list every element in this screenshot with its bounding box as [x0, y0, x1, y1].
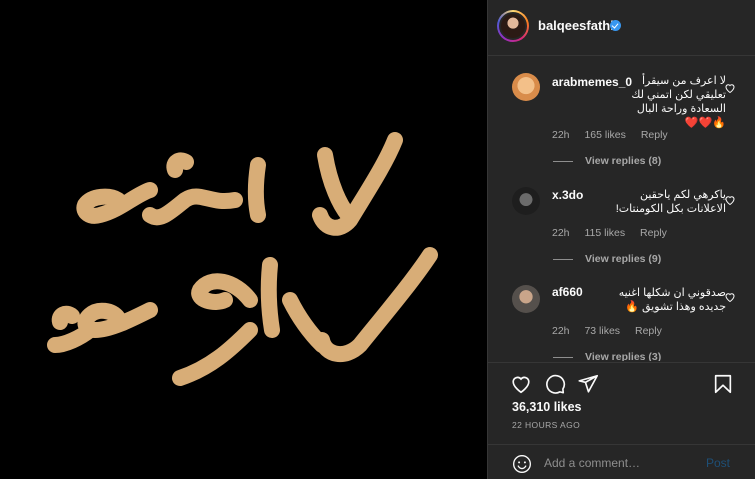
- post-comment-button[interactable]: Post: [706, 456, 730, 470]
- replies-line: [553, 258, 573, 260]
- comment-likes[interactable]: 115 likes: [584, 227, 625, 239]
- comment-input[interactable]: [544, 453, 694, 473]
- view-replies-label: View replies (3): [585, 351, 662, 361]
- post-sidebar: balqeesfathi arabmemes_0 لا اعرف من سيقر…: [487, 0, 755, 479]
- post-timestamp: 22 HOURS AGO: [512, 420, 581, 430]
- commenter-avatar[interactable]: [512, 187, 540, 215]
- share-icon[interactable]: [577, 373, 599, 395]
- comment-time: 22h: [552, 227, 570, 239]
- view-replies-button[interactable]: View replies (8): [553, 155, 661, 167]
- comment-icon[interactable]: [544, 373, 566, 395]
- comment-meta: 22h 165 likes Reply: [552, 129, 680, 141]
- emoji-icon[interactable]: [512, 454, 532, 474]
- like-count[interactable]: 36,310 likes: [512, 400, 582, 414]
- heart-icon[interactable]: [724, 194, 736, 206]
- like-heart-icon[interactable]: [510, 373, 532, 395]
- post-header: balqeesfathi: [488, 0, 755, 56]
- verified-icon: [610, 20, 621, 31]
- commenter-avatar[interactable]: [512, 73, 540, 101]
- comment-meta: 22h 73 likes Reply: [552, 325, 674, 337]
- reply-button[interactable]: Reply: [635, 325, 662, 337]
- comment-text: صدقوني ان شكلها اغنيه جديده وهذا تشويق 🔥: [618, 287, 726, 313]
- comment-likes[interactable]: 165 likes: [584, 129, 625, 141]
- comments-list[interactable]: arabmemes_0 لا اعرف من سيقرأ تعليقي لكن …: [488, 57, 755, 361]
- view-replies-button[interactable]: View replies (9): [553, 253, 661, 265]
- avatar[interactable]: [499, 12, 527, 40]
- comment-time: 22h: [552, 325, 570, 337]
- commenter-avatar[interactable]: [512, 285, 540, 313]
- view-replies-label: View replies (9): [585, 253, 662, 265]
- view-replies-label: View replies (8): [585, 155, 662, 167]
- comment-text: لا اعرف من سيقرأ تعليقي لكن اتمني لك الس…: [631, 75, 726, 129]
- post-actions: 36,310 likes 22 HOURS AGO Post: [488, 362, 755, 479]
- heart-icon[interactable]: [724, 82, 736, 94]
- reply-button[interactable]: Reply: [641, 129, 668, 141]
- add-comment-bar: Post: [488, 444, 755, 479]
- comment-meta: 22h 115 likes Reply: [552, 227, 679, 239]
- handwritten-arabic-artwork: [47, 132, 438, 386]
- post-image: [0, 0, 487, 479]
- reply-button[interactable]: Reply: [640, 227, 667, 239]
- comment-time: 22h: [552, 129, 570, 141]
- comment-text: ياكرهي لكم ياحقين الاعلانات بكل الكومنتا…: [615, 189, 726, 215]
- author-username[interactable]: balqeesfathi: [538, 18, 614, 33]
- replies-line: [553, 356, 573, 358]
- comment-likes[interactable]: 73 likes: [584, 325, 620, 337]
- view-replies-button[interactable]: View replies (3): [553, 351, 661, 361]
- replies-line: [553, 160, 573, 162]
- bookmark-icon[interactable]: [712, 373, 734, 395]
- heart-icon[interactable]: [724, 291, 736, 303]
- story-ring[interactable]: [497, 10, 529, 42]
